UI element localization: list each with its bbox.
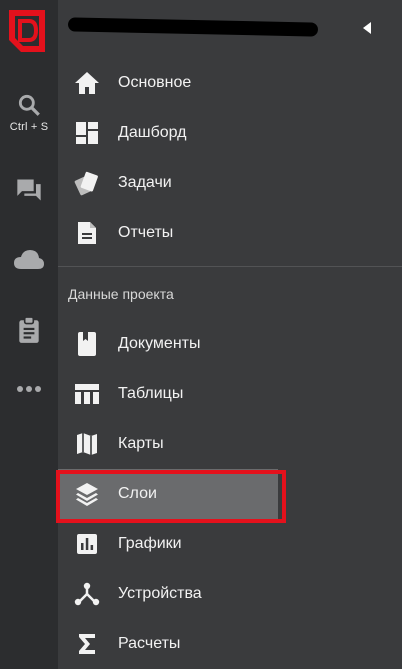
- rail-chat[interactable]: [0, 176, 58, 204]
- rail-cloud[interactable]: [0, 248, 58, 272]
- devices-icon: [74, 581, 100, 607]
- caret-left-icon: [363, 22, 371, 34]
- table-icon: [74, 381, 100, 407]
- dashboard-icon: [74, 120, 100, 146]
- nav-item-main[interactable]: Основное: [58, 58, 402, 108]
- chat-icon: [17, 179, 41, 201]
- collapse-button[interactable]: [362, 20, 372, 36]
- layers-icon: [74, 481, 100, 507]
- nav-item-label: Основное: [118, 74, 192, 91]
- chart-icon: [74, 531, 100, 557]
- nav-item-tasks[interactable]: Задачи: [58, 158, 402, 208]
- nav-item-maps[interactable]: Карты: [58, 419, 402, 469]
- nav-item-charts[interactable]: Графики: [58, 519, 402, 569]
- nav-item-dashboard[interactable]: Дашборд: [58, 108, 402, 158]
- nav-item-label: Карты: [118, 435, 164, 452]
- nav-item-label: Слои: [118, 485, 157, 502]
- nav-item-label: Отчеты: [118, 224, 174, 241]
- search-icon: [18, 94, 40, 116]
- report-icon: [74, 220, 100, 246]
- nav-item-label: Документы: [118, 335, 201, 352]
- nav-item-label: Задачи: [118, 174, 172, 191]
- nav-item-label: Устройства: [118, 585, 202, 602]
- nav-item-devices[interactable]: Устройства: [58, 569, 402, 619]
- nav-item-layers[interactable]: Слои: [58, 469, 278, 519]
- map-icon: [74, 431, 100, 457]
- rail-search[interactable]: Ctrl + S: [0, 92, 58, 133]
- tasks-icon: [74, 170, 100, 196]
- left-rail: Ctrl + S: [0, 0, 58, 669]
- document-icon: [74, 331, 100, 357]
- redacted-title: [67, 17, 319, 37]
- cloud-icon: [14, 250, 44, 269]
- panel-header: [58, 0, 402, 60]
- clipboard-icon: [19, 316, 39, 343]
- nav-item-label: Дашборд: [118, 124, 187, 141]
- nav-item-label: Расчеты: [118, 635, 181, 652]
- rail-clipboard[interactable]: [0, 316, 58, 344]
- nav-item-label: Таблицы: [118, 385, 184, 402]
- more-icon: [17, 386, 41, 392]
- logo-icon: [9, 10, 45, 52]
- nav-item-documents[interactable]: Документы: [58, 319, 402, 369]
- search-shortcut-hint: Ctrl + S: [9, 121, 49, 133]
- rail-more[interactable]: [0, 384, 58, 394]
- app-logo[interactable]: [7, 8, 47, 54]
- sigma-icon: [74, 631, 100, 657]
- nav-item-tables[interactable]: Таблицы: [58, 369, 402, 419]
- home-icon: [74, 70, 100, 96]
- section-title: Данные проекта: [68, 286, 174, 302]
- nav-item-calculations[interactable]: Расчеты: [58, 619, 402, 669]
- navigation-panel: Основное Дашборд Задачи Отчеты Данные пр…: [58, 0, 402, 669]
- divider: [58, 266, 402, 267]
- nav-item-reports[interactable]: Отчеты: [58, 208, 402, 258]
- nav-item-label: Графики: [118, 535, 182, 552]
